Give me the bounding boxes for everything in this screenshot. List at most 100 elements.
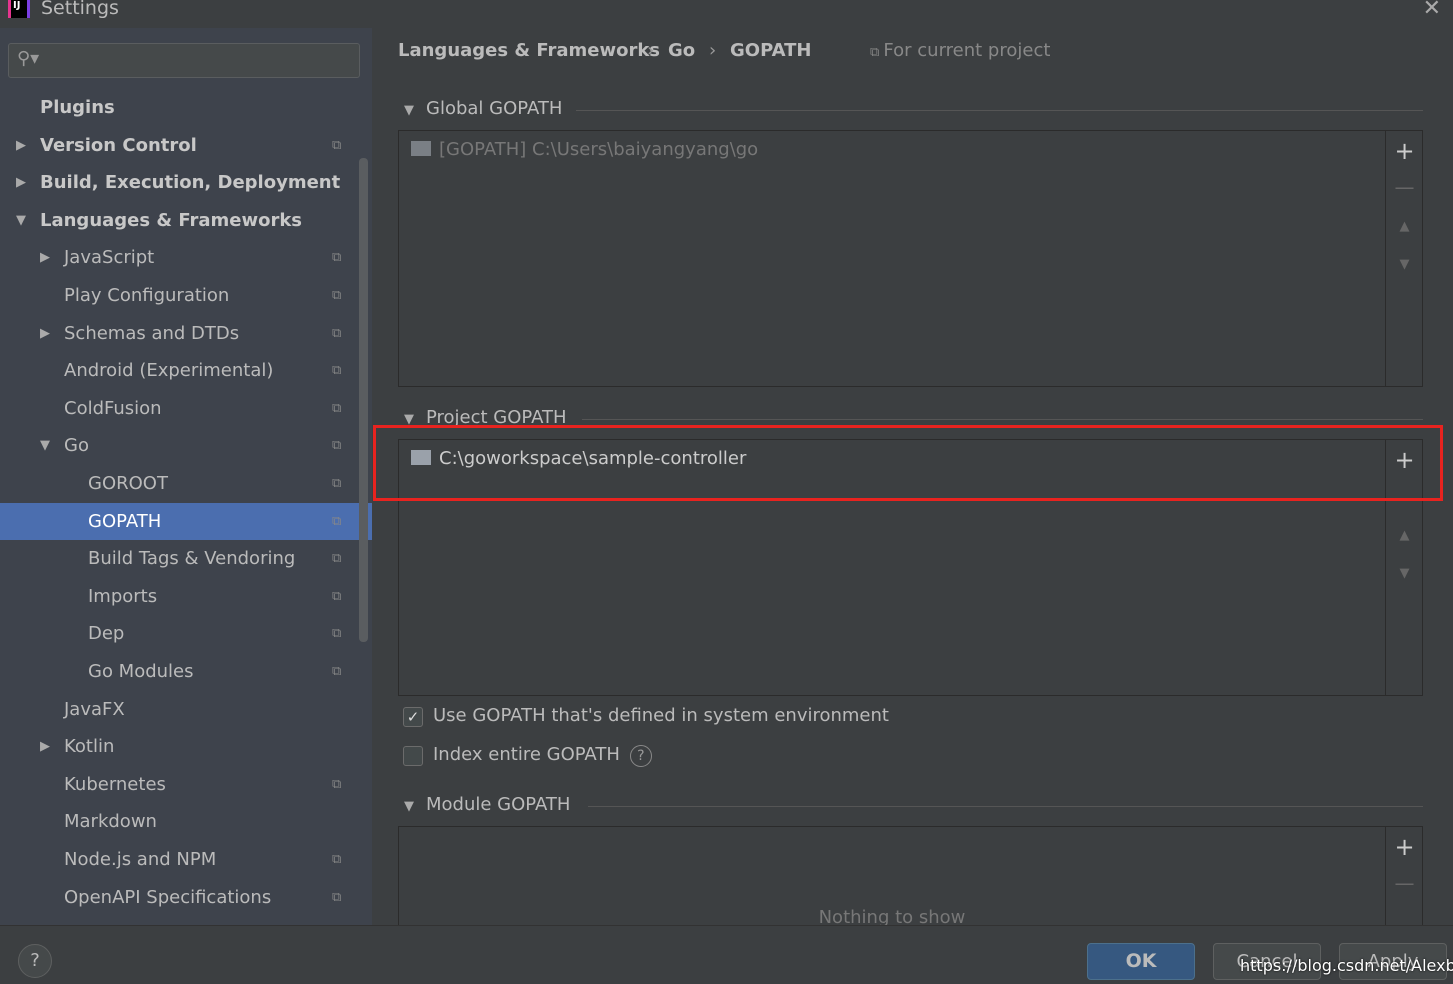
breadcrumb-gopath: GOPATH (730, 40, 812, 61)
expand-arrow-icon[interactable]: ▶ (40, 728, 50, 765)
list-toolbar: + — ▲ ▼ (1385, 131, 1422, 386)
intellij-logo-icon: IJ (8, 0, 30, 18)
ok-button[interactable]: OK (1087, 943, 1195, 980)
search-icon: ⚲▾ (17, 48, 40, 69)
collapse-arrow-icon[interactable]: ▼ (40, 427, 50, 464)
highlight-box (373, 425, 1443, 501)
breadcrumb-separator-icon: › (647, 40, 655, 61)
sidebar-item-label: GOPATH (88, 510, 162, 532)
sidebar-item-label: Kotlin (64, 736, 115, 758)
sidebar-item-schemas-and-dtds[interactable]: ▶ Schemas and DTDs ⧉ (0, 315, 372, 352)
dialog-footer: ? OK Cancel Apply https://blog.csdn.net/… (0, 925, 1453, 984)
collapse-arrow-icon[interactable]: ▼ (16, 202, 26, 239)
expand-arrow-icon[interactable]: ▶ (16, 127, 26, 164)
sidebar-item-label: GOROOT (88, 473, 168, 494)
sidebar-item-android-experimental-[interactable]: Android (Experimental) ⧉ (0, 352, 372, 389)
sidebar-item-label: Kubernetes (64, 773, 166, 795)
sidebar-item-go[interactable]: ▼ Go ⧉ (0, 427, 372, 464)
breadcrumb-go[interactable]: Go (668, 40, 695, 61)
settings-search-input[interactable]: ⚲▾ (8, 43, 360, 78)
sidebar-item-coldfusion[interactable]: ColdFusion ⧉ (0, 390, 372, 427)
breadcrumb-languages[interactable]: Languages & Frameworks (398, 40, 660, 61)
project-level-icon: ⧉ (332, 513, 342, 529)
add-icon[interactable]: + (1386, 833, 1423, 861)
sidebar-scrollbar[interactable] (359, 158, 368, 642)
sidebar-item-go-modules[interactable]: Go Modules ⧉ (0, 653, 372, 690)
divider (576, 110, 1423, 111)
sidebar-item-goroot[interactable]: GOROOT ⧉ (0, 465, 372, 502)
divider (582, 419, 1423, 420)
remove-icon[interactable]: — (1386, 175, 1423, 199)
sidebar-item-kotlin[interactable]: ▶ Kotlin (0, 728, 372, 765)
sidebar-item-version-control[interactable]: ▶ Version Control ⧉ (0, 127, 372, 164)
sidebar-item-gopath[interactable]: GOPATH ⧉ (0, 502, 372, 540)
for-current-project-label: For current project (883, 40, 1051, 61)
expand-arrow-icon[interactable]: ▶ (40, 315, 50, 352)
project-level-icon: ⧉ (332, 288, 342, 303)
use-system-gopath-checkbox[interactable]: ✓ (403, 707, 423, 727)
sidebar-item-label: OpenAPI Specifications (64, 886, 272, 908)
index-entire-gopath-checkbox[interactable] (403, 746, 423, 766)
sidebar-item-play-configuration[interactable]: Play Configuration ⧉ (0, 277, 372, 314)
settings-sidebar: ⚲▾ Plugins ▶ Version Control ⧉ ▶ Build, Execu… (0, 28, 372, 925)
copy-icon: ⧉ (870, 45, 884, 60)
sidebar-item-openapi-specifications[interactable]: OpenAPI Specifications ⧉ (0, 879, 372, 916)
global-gopath-list[interactable]: [GOPATH] C:\Users\baiyangyang\go + — ▲ ▼ (398, 130, 1423, 387)
sidebar-item-markdown[interactable]: Markdown (0, 803, 372, 840)
sidebar-item-build-tags-vendoring[interactable]: Build Tags & Vendoring ⧉ (0, 540, 372, 577)
sidebar-item-label: Languages & Frameworks (40, 209, 303, 231)
expand-arrow-icon[interactable]: ▶ (40, 239, 50, 276)
sidebar-item-label: Go (64, 435, 89, 457)
global-gopath-header[interactable]: ▼ Global GOPATH (404, 98, 562, 119)
list-item[interactable]: [GOPATH] C:\Users\baiyangyang\go (411, 139, 758, 160)
project-level-icon: ⧉ (332, 476, 342, 491)
sidebar-item-dep[interactable]: Dep ⧉ (0, 615, 372, 652)
sidebar-item-node-js-and-npm[interactable]: Node.js and NPM ⧉ (0, 841, 372, 878)
move-down-icon[interactable]: ▼ (1386, 566, 1423, 581)
module-gopath-header[interactable]: ▼ Module GOPATH (404, 794, 570, 815)
sidebar-item-label: Schemas and DTDs (64, 322, 240, 344)
expand-arrow-icon[interactable]: ▶ (16, 164, 26, 201)
sidebar-item-kubernetes[interactable]: Kubernetes ⧉ (0, 766, 372, 803)
project-level-icon: ⧉ (332, 137, 342, 153)
project-level-icon: ⧉ (332, 889, 342, 905)
move-up-icon[interactable]: ▲ (1386, 528, 1423, 543)
index-entire-gopath-row: Index entire GOPATH? (433, 744, 652, 767)
sidebar-item-label: Imports (88, 585, 158, 607)
collapse-icon: ▼ (404, 799, 414, 814)
sidebar-item-imports[interactable]: Imports ⧉ (0, 578, 372, 615)
move-up-icon[interactable]: ▲ (1386, 219, 1423, 234)
sidebar-item-languages-frameworks[interactable]: ▼ Languages & Frameworks (0, 202, 372, 239)
project-level-icon: ⧉ (332, 626, 342, 642)
sidebar-item-javafx[interactable]: JavaFX (0, 691, 372, 728)
sidebar-item-javascript[interactable]: ▶ JavaScript ⧉ (0, 239, 372, 276)
move-down-icon[interactable]: ▼ (1386, 257, 1423, 272)
project-level-icon: ⧉ (332, 664, 342, 679)
project-level-icon: ⧉ (332, 250, 342, 266)
collapse-icon: ▼ (404, 103, 414, 118)
add-icon[interactable]: + (1386, 137, 1423, 165)
help-button[interactable]: ? (18, 944, 52, 978)
sidebar-item-label: ColdFusion (64, 397, 162, 419)
remove-icon[interactable]: — (1386, 871, 1423, 895)
for-current-project: ⧉ For current project (870, 40, 1050, 61)
folder-icon (411, 141, 431, 156)
sidebar-item-plugins[interactable]: Plugins (0, 89, 372, 126)
project-level-icon: ⧉ (332, 325, 342, 341)
global-gopath-title: Global GOPATH (426, 98, 563, 119)
global-gopath-entry: [GOPATH] C:\Users\baiyangyang\go (439, 139, 759, 160)
module-gopath-title: Module GOPATH (426, 794, 571, 815)
sidebar-item-label: Dep (88, 623, 125, 645)
sidebar-item-build-execution-deployment[interactable]: ▶ Build, Execution, Deployment (0, 164, 372, 201)
project-level-icon: ⧉ (332, 363, 342, 379)
sidebar-item-label: Plugins (40, 97, 115, 118)
sidebar-item-label: Play Configuration (64, 285, 230, 306)
help-icon[interactable]: ? (629, 745, 652, 767)
divider (588, 806, 1423, 807)
close-icon[interactable]: ✕ (1423, 0, 1441, 21)
sidebar-item-label: Build, Execution, Deployment (40, 172, 341, 194)
sidebar-item-label: Android (Experimental) (64, 360, 274, 382)
sidebar-item-label: JavaFX (64, 698, 125, 720)
project-level-icon: ⧉ (332, 776, 342, 792)
sidebar-item-label: Go Modules (88, 661, 194, 682)
